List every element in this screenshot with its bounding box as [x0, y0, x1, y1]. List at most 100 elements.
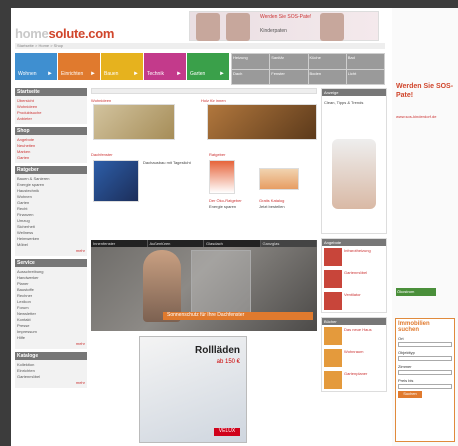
product-row[interactable]: Wohnraum — [322, 347, 386, 369]
product-row[interactable]: Gartenplaner — [322, 369, 386, 391]
category-tab-4[interactable]: Garten ► — [187, 53, 229, 80]
right-column: Anzeige Clean, Tipps & Trends Angebote I… — [321, 88, 387, 396]
green-badge[interactable]: Ökostrom — [396, 288, 436, 296]
right-ad-text: Clean, Tipps & Trends — [324, 100, 364, 105]
left-box-body: Bauen & Sanieren Energie sparen Haustechni… — [15, 174, 87, 256]
sub-link[interactable]: Heizung — [232, 54, 270, 69]
promo-1-title[interactable]: Wohnideen — [91, 98, 111, 103]
product-row[interactable]: Infrarotheizung — [322, 246, 386, 268]
product-label: Wohnraum — [344, 349, 364, 354]
promo-4-title[interactable]: Ratgeber — [209, 152, 225, 157]
product-row[interactable]: Ventilator — [322, 290, 386, 312]
arrow-icon: ► — [176, 71, 182, 77]
side-ad-url[interactable]: www.sos-kinderdorf.de — [396, 114, 436, 119]
promo-1-image[interactable] — [93, 104, 175, 140]
left-box-title: Ratgeber — [15, 166, 87, 174]
category-tab-0[interactable]: Wohnen ► — [15, 53, 57, 80]
arrow-icon: ► — [90, 71, 96, 77]
category-label: Einrichten — [61, 71, 84, 77]
main-search-bar[interactable] — [91, 88, 317, 94]
sub-link[interactable]: Licht — [346, 69, 384, 84]
product-thumb — [324, 292, 342, 310]
immo-field-label: Preis bis — [398, 378, 414, 383]
left-box: Service Ausschreibung Handwerker Planer Baus… — [15, 259, 87, 349]
promo-3-desc: Dachausbau mit Tageslicht — [143, 160, 191, 165]
left-box-title: Service — [15, 259, 87, 267]
top-banner[interactable]: Werden Sie SOS-Pate! Kinderpaten — [189, 11, 379, 41]
immo-field-label: Objekttyp — [398, 350, 415, 355]
right-ad-box[interactable]: Anzeige Clean, Tipps & Trends — [321, 88, 387, 234]
page: homesolute.com Werden Sie SOS-Pate! Kind… — [11, 8, 458, 446]
velux-logo: VELUX — [214, 428, 240, 436]
category-label: Technik — [147, 71, 164, 77]
immo-fields: Ort Objekttyp Zimmer Preis bis — [396, 335, 454, 389]
right-ad-image — [332, 139, 376, 209]
promo-2-image[interactable] — [207, 104, 317, 140]
main-column — [91, 88, 317, 94]
right-books-box: Bücher Das neue Haus Wohnraum Gartenplaner — [321, 317, 387, 392]
right-ad-header: Anzeige — [322, 89, 386, 96]
immo-field-input[interactable] — [398, 370, 452, 375]
product-thumb — [324, 371, 342, 389]
hero-tabs: Innenfenster Außentüren Glasdach Ganzglas — [91, 240, 317, 247]
left-column: Startseite Übersicht Wohnideen Produktsuche… — [15, 88, 87, 391]
promo-2-title[interactable]: Holz für innen — [201, 98, 226, 103]
product-label: Ventilator — [344, 292, 361, 297]
right-books-header: Bücher — [322, 318, 386, 325]
rollladen-title: Rollläden — [194, 345, 240, 356]
category-nav: Wohnen ► Einrichten ► Bauen ► Technik ► Garten ► — [15, 53, 229, 80]
site-logo[interactable]: homesolute.com — [15, 26, 114, 41]
immo-field-label: Ort — [398, 336, 404, 341]
left-box: Startseite Übersicht Wohnideen Produktsuche… — [15, 88, 87, 124]
product-label: Gartenmöbel — [344, 270, 368, 275]
more-link[interactable]: mehr — [17, 248, 85, 254]
immo-field-input[interactable] — [398, 356, 452, 361]
immo-search-button[interactable]: Suchen — [398, 391, 422, 398]
product-thumb — [324, 349, 342, 367]
category-tab-3[interactable]: Technik ► — [144, 53, 186, 80]
promo-4-image[interactable] — [209, 160, 235, 194]
sub-link[interactable]: Boden — [308, 69, 346, 84]
arrow-icon: ► — [133, 71, 139, 77]
product-label: Infrarotheizung — [344, 248, 371, 253]
sub-link[interactable]: Fenster — [270, 69, 308, 84]
promo-5-image[interactable] — [259, 168, 299, 190]
immo-field-input[interactable] — [398, 342, 452, 347]
sub-link[interactable]: Bad — [346, 54, 384, 69]
hero-tab[interactable]: Glasdach — [204, 240, 261, 247]
more-link[interactable]: mehr — [17, 380, 85, 386]
product-label: Gartenplaner — [344, 371, 368, 376]
sub-link[interactable]: Küche — [308, 54, 346, 69]
promo-3-title[interactable]: Dachfenster — [91, 152, 113, 157]
left-box-body: Kollektion Einrichten Gartenmöbel mehr — [15, 360, 87, 388]
left-link[interactable]: Anbieter — [17, 116, 85, 122]
category-tab-2[interactable]: Bauen ► — [101, 53, 143, 80]
rollladen-ad[interactable]: Rollläden ab 150 € VELUX — [139, 336, 247, 443]
sub-links: Heizung Sanitär Küche Bad Dach Fenster Boden Li… — [231, 53, 385, 85]
left-box-title: Kataloge — [15, 352, 87, 360]
hero-tab[interactable]: Innenfenster — [91, 240, 148, 247]
product-thumb — [324, 248, 342, 266]
left-box: Shop Angebote Neuheiten Marken Garten — [15, 127, 87, 163]
hero-tab[interactable]: Außentüren — [148, 240, 204, 247]
sub-link[interactable]: Dach — [232, 69, 270, 84]
breadcrumb: Startseite > Home > Shop — [15, 43, 385, 49]
product-row[interactable]: Gartenmöbel — [322, 268, 386, 290]
category-label: Wohnen — [18, 71, 37, 77]
more-link[interactable]: mehr — [17, 341, 85, 347]
product-thumb — [324, 327, 342, 345]
product-row[interactable]: Das neue Haus — [322, 325, 386, 347]
banner-photo-2 — [226, 13, 250, 41]
immo-field-input[interactable] — [398, 384, 452, 389]
category-tab-1[interactable]: Einrichten ► — [58, 53, 100, 80]
category-label: Garten — [190, 71, 206, 77]
promo-3-image[interactable] — [93, 160, 139, 202]
hero-banner[interactable]: Innenfenster Außentüren Glasdach Ganzglas S… — [91, 240, 317, 331]
rollladen-price: ab 150 € — [216, 359, 240, 365]
promo-6-title[interactable]: Gratis Katalog — [259, 198, 317, 203]
left-link[interactable]: Garten — [17, 155, 85, 161]
promo-5-title[interactable]: Der Öko-Ratgeber — [209, 198, 259, 203]
left-box: Ratgeber Bauen & Sanieren Energie sparen Ha… — [15, 166, 87, 256]
hero-tab[interactable]: Ganzglas — [260, 240, 317, 247]
sub-link[interactable]: Sanitär — [270, 54, 308, 69]
